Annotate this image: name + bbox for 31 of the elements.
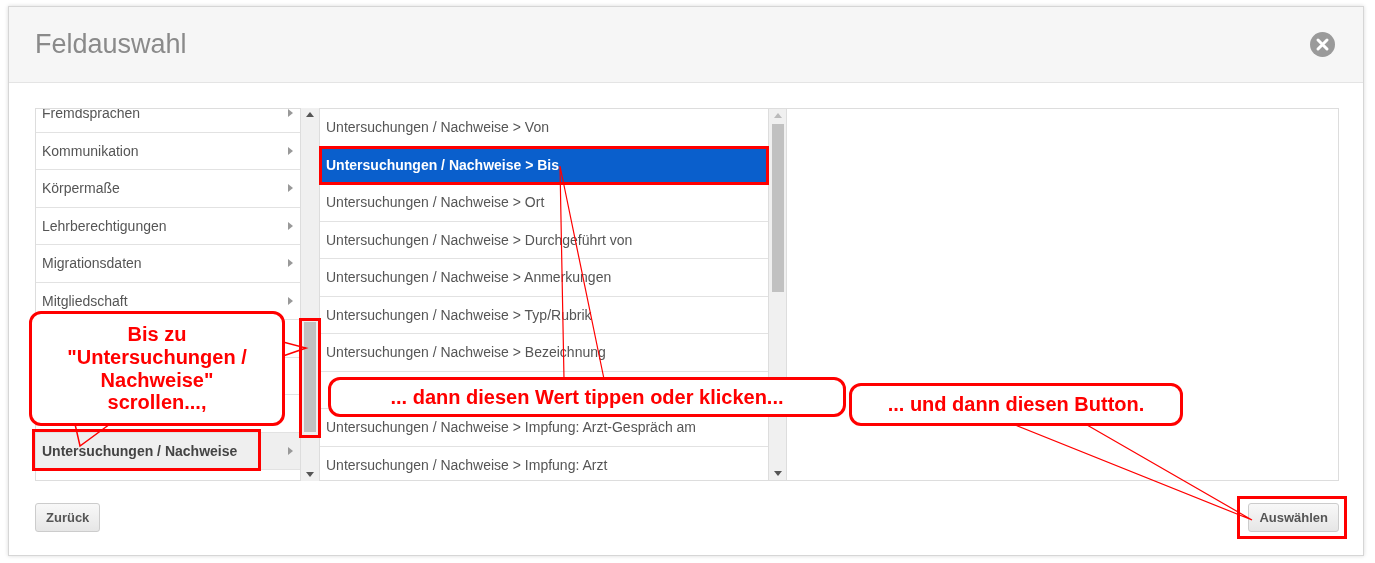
- callout-text: Bis zu: [127, 323, 187, 346]
- callout-text: Nachweise": [100, 368, 214, 392]
- scrollbar-thumb[interactable]: [771, 124, 784, 292]
- category-item[interactable]: Kommunikation: [36, 132, 300, 170]
- arrow-right-icon: [288, 109, 293, 118]
- field-item[interactable]: Untersuchungen / Nachweise > Von: [320, 109, 768, 147]
- category-item[interactable]: Fremdsprachen: [36, 109, 300, 133]
- arrow-right-icon: [288, 296, 293, 305]
- arrow-right-icon: [288, 221, 293, 230]
- arrow-right-icon: [288, 446, 293, 455]
- field-item[interactable]: Untersuchungen / Nachweise > Ort: [320, 184, 768, 222]
- scrollbar-thumb[interactable]: [304, 321, 316, 432]
- category-item[interactable]: Lehrberechtigungen: [36, 207, 300, 245]
- callout-text: "Untersuchungen /: [67, 345, 247, 369]
- dialog-title: Feldauswahl: [35, 29, 187, 60]
- back-button[interactable]: Zurück: [35, 503, 101, 532]
- arrow-right-icon: [288, 259, 293, 268]
- scroll-up-icon[interactable]: [306, 112, 314, 117]
- select-button[interactable]: Auswählen: [1248, 503, 1339, 532]
- arrow-right-icon: [288, 146, 293, 155]
- field-item[interactable]: Untersuchungen / Nachweise > Impfung: Arzt: [320, 446, 768, 480]
- close-icon[interactable]: [1310, 32, 1335, 57]
- scroll-down-icon[interactable]: [306, 472, 314, 477]
- scrollbar[interactable]: [301, 108, 319, 481]
- scroll-down-icon[interactable]: [773, 471, 782, 476]
- callout-text: ... und dann diesen Button.: [887, 393, 1145, 416]
- callout-text: ... dann diesen Wert tippen oder klicken...: [390, 385, 784, 409]
- category-item[interactable]: Migrationsdaten: [36, 245, 300, 283]
- arrow-right-icon: [288, 184, 293, 193]
- category-item[interactable]: Körpermaße: [36, 170, 300, 208]
- callout-text: scrollen...,: [107, 391, 207, 414]
